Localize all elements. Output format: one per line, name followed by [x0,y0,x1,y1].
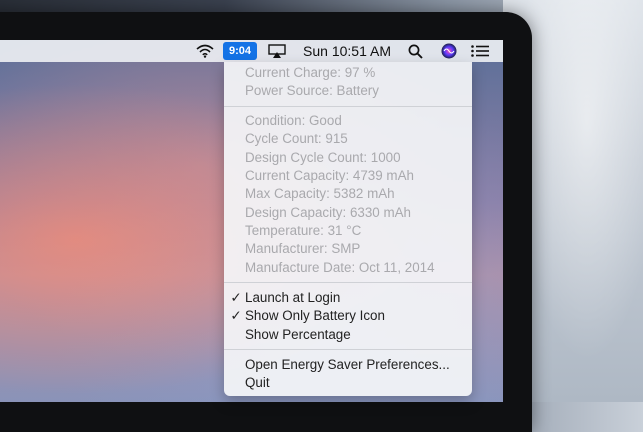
manufacture-date-item: Manufacture Date: Oct 11, 2014 [245,260,435,275]
design-cycle-count-item: Design Cycle Count: 1000 [245,150,401,165]
show-percentage-item[interactable]: Show Percentage [245,326,351,344]
siri-icon[interactable] [439,40,459,62]
battery-time-label: 9:04 [229,45,252,57]
airplay-icon[interactable] [265,40,289,62]
quit-item[interactable]: Quit [245,374,270,392]
battery-icon[interactable]: 9:04 [223,42,258,60]
cycle-count-item: Cycle Count: 915 [245,131,348,146]
condition-item: Condition: Good [245,113,342,128]
temperature-item: Temperature: 31 °C [245,223,362,238]
menu-separator [224,106,472,107]
wifi-icon[interactable] [193,40,217,62]
current-capacity-item: Current Capacity: 4739 mAh [245,168,414,183]
menu-bar: 9:04 Sun 10:51 AM [0,40,503,62]
launch-at-login-item[interactable]: ✓ Launch at Login [230,289,341,307]
design-capacity-item: Design Capacity: 6330 mAh [245,205,411,220]
search-icon[interactable] [405,40,425,62]
battery-dropdown-menu: Current Charge: 97 % Power Source: Batte… [224,62,472,396]
menu-item-label: Launch at Login [245,290,341,305]
checkmark-icon: ✓ [230,308,242,323]
checkmark-icon: ✓ [230,290,242,305]
menu-item-label: Show Percentage [245,327,351,342]
max-capacity-item: Max Capacity: 5382 mAh [245,186,395,201]
notification-center-icon[interactable] [469,40,491,62]
menu-item-label: Show Only Battery Icon [245,308,385,323]
show-only-battery-icon-item[interactable]: ✓ Show Only Battery Icon [230,307,385,325]
menu-separator [224,282,472,283]
current-charge-item: Current Charge: 97 % [245,65,376,80]
menu-separator [224,349,472,350]
menubar-clock[interactable]: Sun 10:51 AM [303,40,391,62]
clock-text: Sun 10:51 AM [303,43,391,59]
open-energy-saver-preferences-item[interactable]: Open Energy Saver Preferences... [245,356,450,374]
power-source-item: Power Source: Battery [245,83,379,98]
manufacturer-item: Manufacturer: SMP [245,241,361,256]
